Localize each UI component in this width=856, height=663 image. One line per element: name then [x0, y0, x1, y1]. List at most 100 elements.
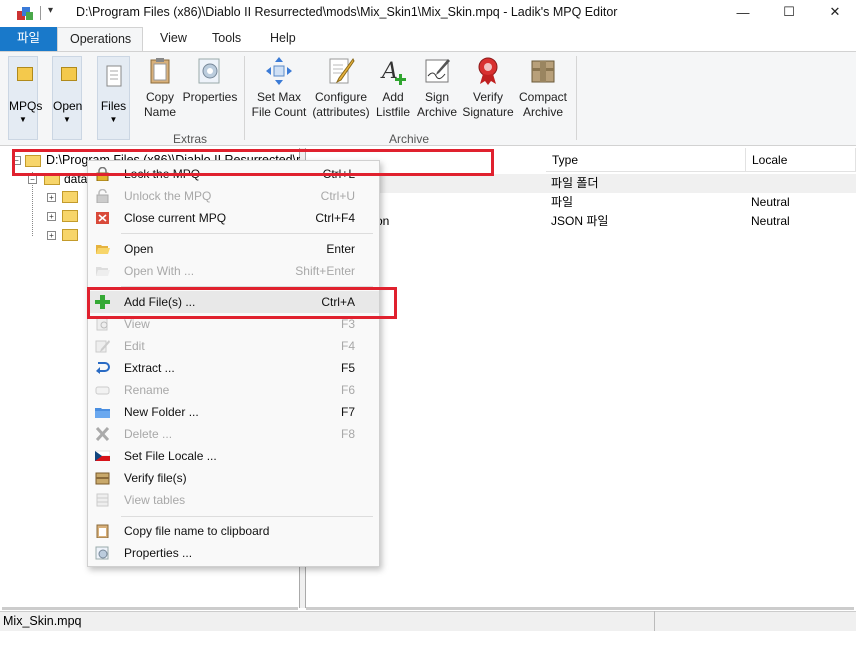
files-label: Files: [100, 99, 127, 113]
minimize-button[interactable]: —: [720, 0, 766, 24]
table-row[interactable]: 파일 폴더: [306, 174, 856, 193]
menu-item-new-folder[interactable]: New Folder ... F7: [88, 401, 379, 423]
view-icon: [96, 317, 108, 331]
tab-tools[interactable]: Tools: [200, 27, 253, 51]
add-letter-icon: A: [380, 59, 406, 85]
sign-archive-button[interactable]: Sign Archive: [414, 56, 460, 120]
status-file-name: Mix_Skin.mpq: [3, 614, 82, 628]
menu-label: Rename: [124, 383, 170, 397]
tab-file[interactable]: 파일: [0, 27, 57, 51]
menu-item-open[interactable]: Open Enter: [88, 238, 379, 260]
table-icon: [96, 493, 109, 507]
mpq-folder-icon: [17, 67, 33, 81]
menu-label: Extract ...: [124, 361, 175, 375]
chevron-down-icon: ▼: [63, 115, 71, 124]
folder-icon: [62, 191, 78, 203]
add-listfile-button[interactable]: A Add Listfile: [374, 56, 412, 120]
mpqs-button[interactable]: MPQs ▼: [8, 56, 42, 140]
edit-document-icon: [329, 58, 355, 84]
set-max-label-2: File Count: [251, 105, 307, 119]
edit-icon: [95, 340, 110, 353]
new-folder-icon: [95, 408, 110, 418]
copy-name-button[interactable]: Copy Name: [140, 56, 180, 120]
compact-archive-button[interactable]: Compact Archive: [516, 56, 570, 120]
menu-shortcut: Shift+Enter: [295, 264, 355, 278]
menu-item-unlock[interactable]: Unlock the MPQ Ctrl+U: [88, 185, 379, 207]
menu-item-edit[interactable]: Edit F4: [88, 335, 379, 357]
tree-expander[interactable]: +: [47, 231, 56, 240]
close-icon: ✕: [829, 4, 841, 19]
ribbon-separator: [244, 56, 245, 140]
flag-icon: [95, 450, 110, 461]
tree-horizontal-scrollbar[interactable]: [2, 607, 298, 610]
row-type: JSON 파일: [551, 214, 609, 228]
menu-label: Copy file name to clipboard: [124, 524, 270, 538]
verify-signature-label-2: Signature: [462, 105, 514, 119]
menu-item-properties[interactable]: Properties ...: [88, 542, 379, 564]
close-button[interactable]: ✕: [812, 0, 856, 24]
verify-signature-button[interactable]: Verify Signature: [462, 56, 514, 120]
files-button[interactable]: Files ▼: [97, 56, 130, 140]
open-folder-icon: [61, 67, 77, 81]
menu-shortcut: F5: [340, 361, 355, 375]
menu-item-rename[interactable]: Rename F6: [88, 379, 379, 401]
properties-button[interactable]: Properties: [182, 56, 238, 105]
menu-shortcut: F4: [340, 339, 355, 353]
tree-expander[interactable]: −: [28, 175, 37, 184]
menu-item-close-mpq[interactable]: Close current MPQ Ctrl+F4: [88, 207, 379, 229]
tab-view[interactable]: View: [148, 27, 199, 51]
menu-item-open-with[interactable]: Open With ... Shift+Enter: [88, 260, 379, 282]
compact-archive-label-1: Compact: [518, 90, 568, 104]
maximize-button[interactable]: ☐: [766, 0, 812, 24]
tree-expander[interactable]: +: [47, 193, 56, 202]
archive-box-icon: [531, 60, 555, 83]
menu-item-set-locale[interactable]: Set File Locale ...: [88, 445, 379, 467]
menu-item-extract[interactable]: Extract ... F5: [88, 357, 379, 379]
open-folder-icon: [96, 245, 110, 254]
tree-expander[interactable]: +: [47, 212, 56, 221]
menu-label: Open With ...: [124, 264, 195, 278]
verify-signature-label-1: Verify: [472, 90, 503, 104]
clipboard-icon: [96, 524, 109, 538]
extras-group-label: Extras: [173, 132, 208, 146]
table-row[interactable]: son JSON 파일 Neutral: [306, 212, 856, 231]
column-header-locale[interactable]: Locale: [746, 148, 856, 172]
chevron-down-icon: ▼: [19, 115, 27, 124]
menu-label: View tables: [124, 493, 186, 507]
copy-name-label-1: Copy: [145, 90, 174, 104]
sign-archive-label-1: Sign: [424, 90, 450, 104]
award-seal-icon: [478, 57, 498, 85]
row-locale: Neutral: [751, 214, 790, 228]
menu-shortcut: F6: [340, 383, 355, 397]
configure-attributes-button[interactable]: Configure (attributes): [310, 56, 372, 120]
folder-icon: [62, 210, 78, 222]
window-title: D:\Program Files (x86)\Diablo II Resurre…: [76, 5, 618, 19]
compact-archive-label-2: Archive: [522, 105, 563, 119]
menu-item-view-tables[interactable]: View tables: [88, 489, 379, 511]
files-icon: [106, 65, 122, 87]
maximize-icon: ☐: [783, 4, 795, 19]
tab-help[interactable]: Help: [258, 27, 308, 51]
menu-item-copy-name[interactable]: Copy file name to clipboard: [88, 520, 379, 542]
menu-item-verify[interactable]: Verify file(s): [88, 467, 379, 489]
table-row[interactable]: 파일 Neutral: [306, 193, 856, 212]
menu-label: Verify file(s): [124, 471, 187, 485]
menu-label: Unlock the MPQ: [124, 189, 212, 203]
list-horizontal-scrollbar[interactable]: [306, 607, 854, 610]
highlight-box-add-files: [87, 287, 397, 319]
row-locale: Neutral: [751, 195, 790, 209]
folder-icon: [62, 229, 78, 241]
minimize-icon: —: [736, 4, 750, 20]
open-button[interactable]: Open ▼: [52, 56, 82, 140]
tab-operations[interactable]: Operations: [57, 27, 143, 51]
set-max-file-count-button[interactable]: Set Max File Count: [250, 56, 308, 120]
archive-group-label: Archive: [389, 132, 430, 146]
menu-item-delete[interactable]: Delete ... F8: [88, 423, 379, 445]
column-header-type[interactable]: Type: [546, 148, 746, 172]
file-list-pane[interactable]: Type Locale 파일 폴더 파일 Neutral son JSON 파일…: [306, 148, 856, 608]
properties-label: Properties: [182, 90, 238, 104]
configure-label-1: Configure: [314, 90, 368, 104]
quick-access-dropdown-icon[interactable]: ▾: [48, 5, 53, 16]
row-type: 파일: [551, 195, 574, 209]
set-max-label-1: Set Max: [256, 90, 301, 104]
